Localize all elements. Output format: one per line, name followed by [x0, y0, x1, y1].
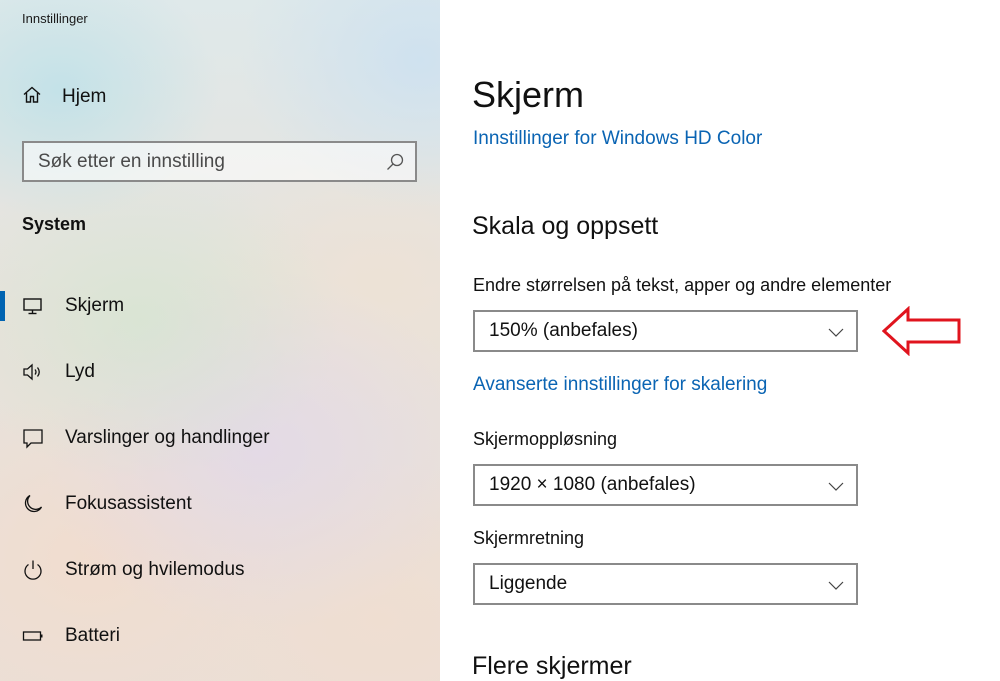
sidebar-item-label: Varslinger og handlinger [65, 427, 270, 448]
orientation-dropdown[interactable]: Liggende [473, 563, 858, 605]
active-indicator [0, 291, 5, 321]
sidebar-item-fokusassistent[interactable]: Fokusassistent [0, 484, 440, 524]
notification-icon [22, 427, 44, 449]
chevron-down-icon [828, 325, 844, 343]
sidebar-item-label: Hjem [62, 86, 107, 107]
scale-dropdown[interactable]: 150% (anbefales) [473, 310, 858, 352]
page-title: Skjerm [472, 74, 585, 115]
sidebar-item-strom[interactable]: Strøm og hvilemodus [0, 550, 440, 590]
search-icon[interactable] [385, 152, 405, 177]
chevron-down-icon [828, 479, 844, 497]
scale-section-title: Skala og oppsett [472, 212, 659, 240]
chevron-down-icon [828, 578, 844, 596]
home-icon [22, 85, 42, 110]
scale-dropdown-value: 150% (anbefales) [489, 320, 638, 341]
sidebar-section-title: System [22, 214, 87, 234]
search-input[interactable] [38, 150, 368, 173]
resolution-label: Skjermoppløsning [473, 429, 618, 449]
power-icon [22, 559, 44, 581]
sidebar-item-home[interactable]: Hjem [22, 84, 106, 110]
orientation-dropdown-value: Liggende [489, 573, 568, 594]
multiple-displays-title: Flere skjermer [472, 652, 632, 680]
sidebar-item-batteri[interactable]: Batteri [0, 616, 440, 656]
resolution-dropdown-value: 1920 × 1080 (anbefales) [489, 474, 696, 495]
scale-label: Endre størrelsen på tekst, apper og andr… [473, 275, 892, 295]
search-box[interactable] [22, 141, 417, 182]
sidebar-item-label: Batteri [65, 625, 120, 646]
moon-icon [22, 493, 44, 515]
sidebar-item-skjerm[interactable]: Skjerm [0, 286, 440, 326]
sidebar-item-label: Strøm og hvilemodus [65, 559, 245, 580]
sidebar-item-label: Lyd [65, 361, 95, 382]
sidebar: Innstillinger Hjem System [0, 0, 440, 681]
hd-color-link[interactable]: Innstillinger for Windows HD Color [473, 128, 762, 150]
orientation-label: Skjermretning [473, 528, 585, 548]
advanced-scaling-link[interactable]: Avanserte innstillinger for skalering [473, 374, 767, 396]
resolution-dropdown[interactable]: 1920 × 1080 (anbefales) [473, 464, 858, 506]
speaker-icon [22, 361, 44, 383]
sidebar-item-label: Fokusassistent [65, 493, 192, 514]
battery-icon [22, 625, 44, 647]
window-title: Innstillinger [22, 11, 88, 26]
monitor-icon [22, 295, 44, 317]
sidebar-item-lyd[interactable]: Lyd [0, 352, 440, 392]
sidebar-item-varslinger[interactable]: Varslinger og handlinger [0, 418, 440, 458]
annotation-arrow-icon [881, 305, 964, 361]
sidebar-item-label: Skjerm [65, 295, 125, 316]
